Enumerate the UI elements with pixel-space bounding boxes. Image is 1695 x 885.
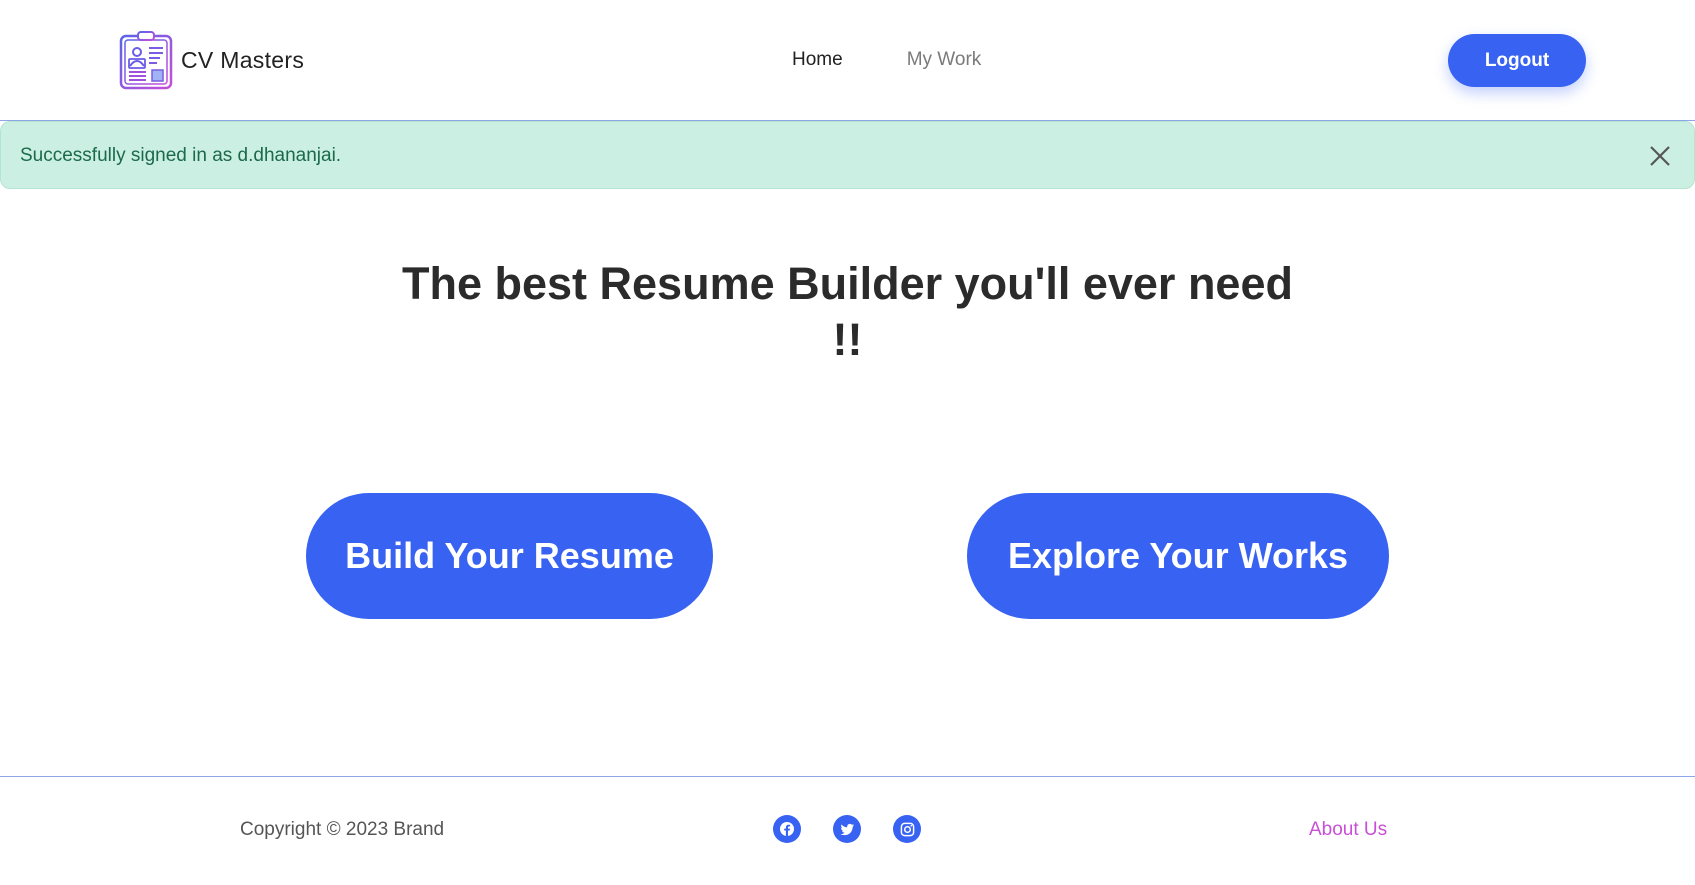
nav-item-home[interactable]: Home	[792, 49, 843, 71]
brand-name: CV Masters	[181, 46, 305, 73]
nav-item-my-work[interactable]: My Work	[907, 49, 982, 71]
explore-works-button[interactable]: Explore Your Works	[967, 493, 1389, 619]
alert-message: Successfully signed in as d.dhananjai.	[20, 145, 342, 166]
site-header: CV Masters Home My Work Logout	[0, 0, 1695, 121]
close-icon[interactable]	[1648, 144, 1672, 168]
logout-button[interactable]: Logout	[1448, 34, 1586, 87]
brand[interactable]: CV Masters	[118, 30, 304, 90]
success-alert: Successfully signed in as d.dhananjai.	[0, 121, 1695, 189]
main-nav: Home My Work	[792, 49, 981, 71]
social-links	[773, 815, 921, 843]
hero-title: The best Resume Builder you'll ever need…	[402, 258, 1293, 365]
site-footer: Copyright © 2023 Brand About Us	[0, 776, 1695, 885]
resume-clipboard-icon	[119, 31, 173, 90]
about-us-link[interactable]: About Us	[1309, 819, 1387, 841]
twitter-icon[interactable]	[833, 815, 861, 843]
build-resume-button[interactable]: Build Your Resume	[306, 493, 713, 619]
facebook-icon[interactable]	[773, 815, 801, 843]
copyright-text: Copyright © 2023 Brand	[240, 819, 445, 840]
instagram-icon[interactable]	[893, 815, 921, 843]
